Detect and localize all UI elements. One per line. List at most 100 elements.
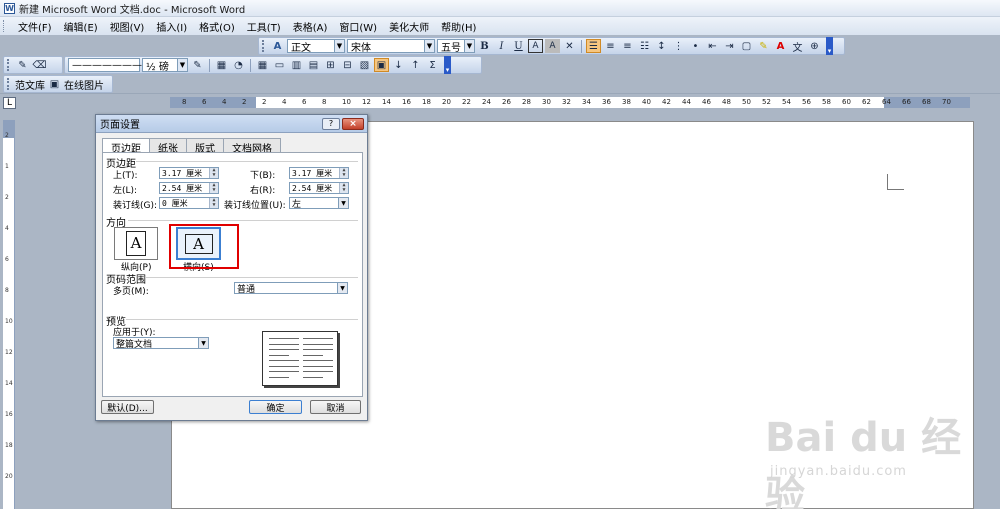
- insert-table-icon[interactable]: ▦: [255, 58, 270, 72]
- style-combo[interactable]: 正文 ▼: [287, 39, 345, 54]
- distribute-icon[interactable]: ☷: [637, 39, 652, 53]
- align-cell-icon[interactable]: ▤: [306, 58, 321, 72]
- menu-tools[interactable]: 工具(T): [241, 18, 287, 35]
- tab-paper[interactable]: 纸张: [149, 138, 187, 155]
- close-button[interactable]: ×: [342, 117, 364, 130]
- align-center-icon[interactable]: ≡: [603, 39, 618, 53]
- line-spacing-icon[interactable]: ↕: [654, 39, 669, 53]
- spinner-icon[interactable]: ▲ ▼: [209, 183, 218, 193]
- distribute-cols-icon[interactable]: ⊟: [340, 58, 355, 72]
- char-shading-button[interactable]: A: [545, 39, 560, 53]
- menu-insert[interactable]: 插入(I): [150, 18, 193, 35]
- left-margin-input[interactable]: 2.54 厘米 ▲ ▼: [159, 182, 219, 194]
- ok-button[interactable]: 确定: [249, 400, 302, 414]
- toolbar-options-icon[interactable]: ▾: [826, 37, 833, 55]
- char-border-button[interactable]: A: [528, 39, 543, 53]
- enclose-icon[interactable]: ⊕: [807, 39, 822, 53]
- online-picture-button[interactable]: 在线图片: [64, 77, 104, 92]
- chevron-down-icon[interactable]: ▼: [177, 59, 187, 71]
- sort-asc-icon[interactable]: ↓: [391, 58, 406, 72]
- sort-desc-icon[interactable]: ↑: [408, 58, 423, 72]
- tab-stop-selector[interactable]: L: [3, 97, 16, 109]
- dialog-title-bar[interactable]: 页面设置 ? ×: [96, 115, 367, 133]
- chevron-down-icon[interactable]: ▼: [424, 40, 434, 52]
- spinner-icon[interactable]: ▲ ▼: [339, 168, 348, 178]
- top-margin-input[interactable]: 3.17 厘米 ▲ ▼: [159, 167, 219, 179]
- ruler-number: 66: [902, 98, 911, 106]
- tab-margins[interactable]: 页边距: [102, 138, 150, 155]
- bold-button[interactable]: B: [477, 39, 492, 53]
- toolbar-options-icon[interactable]: ▾: [444, 56, 451, 74]
- default-button[interactable]: 默认(D)...: [101, 400, 154, 414]
- font-color-icon[interactable]: A: [773, 39, 788, 53]
- menu-format[interactable]: 格式(O): [193, 18, 241, 35]
- horizontal-ruler[interactable]: 8 6 4 2 2 4 6 8 10 12 14 16 18 20 22 24 26 28 30 32 34 36 38 40…: [170, 97, 970, 108]
- italic-button[interactable]: I: [494, 39, 509, 53]
- tab-layout[interactable]: 版式: [186, 138, 224, 155]
- spinner-icon[interactable]: ▲ ▼: [209, 168, 218, 178]
- menu-table[interactable]: 表格(A): [287, 18, 334, 35]
- shading-color-icon[interactable]: ◔: [231, 58, 246, 72]
- help-button[interactable]: ?: [322, 117, 340, 130]
- preview-text-line: [303, 338, 333, 339]
- portrait-option[interactable]: A: [114, 227, 158, 260]
- bottom-margin-input[interactable]: 3.17 厘米 ▲ ▼: [289, 167, 349, 179]
- styles-pane-icon[interactable]: A: [270, 39, 285, 53]
- spinner-icon[interactable]: ▲ ▼: [339, 183, 348, 193]
- font-combo[interactable]: 宋体 ▼: [347, 39, 435, 54]
- menu-edit[interactable]: 编辑(E): [58, 18, 104, 35]
- chevron-down-icon[interactable]: ▼: [198, 338, 208, 348]
- chevron-down-icon[interactable]: ▼: [338, 198, 348, 208]
- align-justify-button[interactable]: ☰: [586, 39, 601, 53]
- chevron-down-icon[interactable]: ▼: [464, 40, 474, 52]
- border-icon[interactable]: ▢: [739, 39, 754, 53]
- menu-view[interactable]: 视图(V): [104, 18, 151, 35]
- vertical-ruler[interactable]: 2 1 2 4 6 8 10 12 14 16 18 20: [3, 120, 15, 509]
- addin-toolbar: 范文库 ▣ 在线图片: [3, 75, 113, 93]
- table-autofit-icon[interactable]: ▣: [374, 58, 389, 72]
- merge-cells-icon[interactable]: ▭: [272, 58, 287, 72]
- vruler-number: 12: [5, 349, 13, 356]
- decrease-indent-icon[interactable]: ⇤: [705, 39, 720, 53]
- spinner-icon[interactable]: ▲ ▼: [209, 198, 218, 208]
- border-color-icon[interactable]: ✎: [190, 58, 205, 72]
- phonetic-icon[interactable]: 文: [790, 39, 805, 54]
- preview-text-line: [303, 371, 333, 372]
- align-right-icon[interactable]: ≡: [620, 39, 635, 53]
- line-style-combo[interactable]: ———————▼: [68, 58, 149, 72]
- toolbar-grip[interactable]: [262, 40, 265, 52]
- right-margin-input[interactable]: 2.54 厘米 ▲ ▼: [289, 182, 349, 194]
- bullets-icon[interactable]: •: [688, 39, 703, 53]
- underline-button[interactable]: U: [511, 39, 526, 53]
- menu-help[interactable]: 帮助(H): [435, 18, 482, 35]
- numbering-icon[interactable]: ⋮: [671, 39, 686, 53]
- chevron-down-icon[interactable]: ▼: [337, 283, 347, 293]
- gutter-position-select[interactable]: 左 ▼: [289, 197, 349, 210]
- menu-beautify[interactable]: 美化大师: [383, 18, 435, 35]
- gutter-input[interactable]: 0 厘米 ▲ ▼: [159, 197, 219, 209]
- font-size-combo[interactable]: 五号 ▼: [437, 39, 475, 54]
- apply-to-select[interactable]: 整篇文档 ▼: [113, 337, 209, 350]
- cancel-button[interactable]: 取消: [310, 400, 361, 414]
- menu-window[interactable]: 窗口(W): [333, 18, 383, 35]
- split-cells-icon[interactable]: ▥: [289, 58, 304, 72]
- tab-doc-grid[interactable]: 文档网格: [223, 138, 281, 155]
- autosum-icon[interactable]: Σ: [425, 58, 440, 72]
- pencil-icon[interactable]: ✎: [15, 58, 30, 72]
- eraser-icon[interactable]: ⌫: [32, 58, 47, 72]
- menu-grip[interactable]: [3, 20, 6, 32]
- online-picture-icon[interactable]: ▣: [47, 77, 62, 91]
- preview-text-line: [269, 343, 299, 345]
- vruler-number: 2: [5, 194, 9, 201]
- menu-file[interactable]: 文件(F): [12, 18, 58, 35]
- line-weight-combo[interactable]: ½ 磅 ▼: [142, 58, 188, 73]
- chevron-down-icon[interactable]: ▼: [334, 40, 344, 52]
- highlight-icon[interactable]: ✎: [756, 39, 771, 53]
- multiple-pages-select[interactable]: 普通 ▼: [234, 282, 348, 295]
- outside-border-icon[interactable]: ▦: [214, 58, 229, 72]
- distribute-rows-icon[interactable]: ⊞: [323, 58, 338, 72]
- increase-indent-icon[interactable]: ⇥: [722, 39, 737, 53]
- autoformat-icon[interactable]: ▧: [357, 58, 372, 72]
- char-scale-icon[interactable]: ✕: [562, 39, 577, 53]
- template-library-button[interactable]: 范文库: [15, 77, 45, 92]
